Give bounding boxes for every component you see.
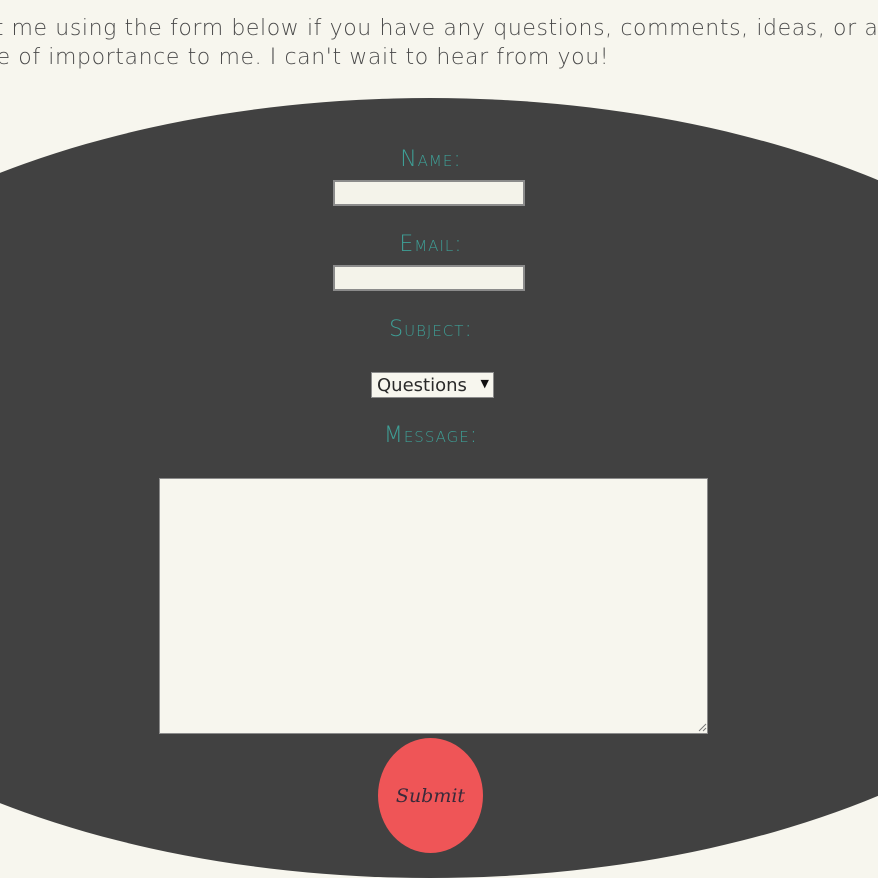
triangle-down-icon: ▼ [480, 377, 489, 390]
submit-button[interactable]: Submit [378, 738, 483, 853]
message-textarea[interactable] [159, 478, 708, 734]
subject-selected-value: Questions [377, 375, 467, 396]
intro-line-1: ct me using the form below if you have a… [0, 16, 878, 41]
intro-line-2: pe of importance to me. I can't wait to … [0, 45, 610, 70]
email-input[interactable] [333, 265, 525, 291]
name-input[interactable] [333, 180, 525, 206]
email-label: Email: [399, 232, 463, 257]
subject-select[interactable]: Questions ▼ [371, 372, 494, 398]
subject-label: Subject: [389, 317, 473, 342]
contact-page: ct me using the form below if you have a… [0, 0, 878, 878]
intro-text: ct me using the form below if you have a… [0, 14, 878, 72]
message-label: Message: [383, 423, 479, 448]
resize-grip-icon[interactable] [698, 723, 707, 732]
name-label: Name: [400, 147, 462, 172]
